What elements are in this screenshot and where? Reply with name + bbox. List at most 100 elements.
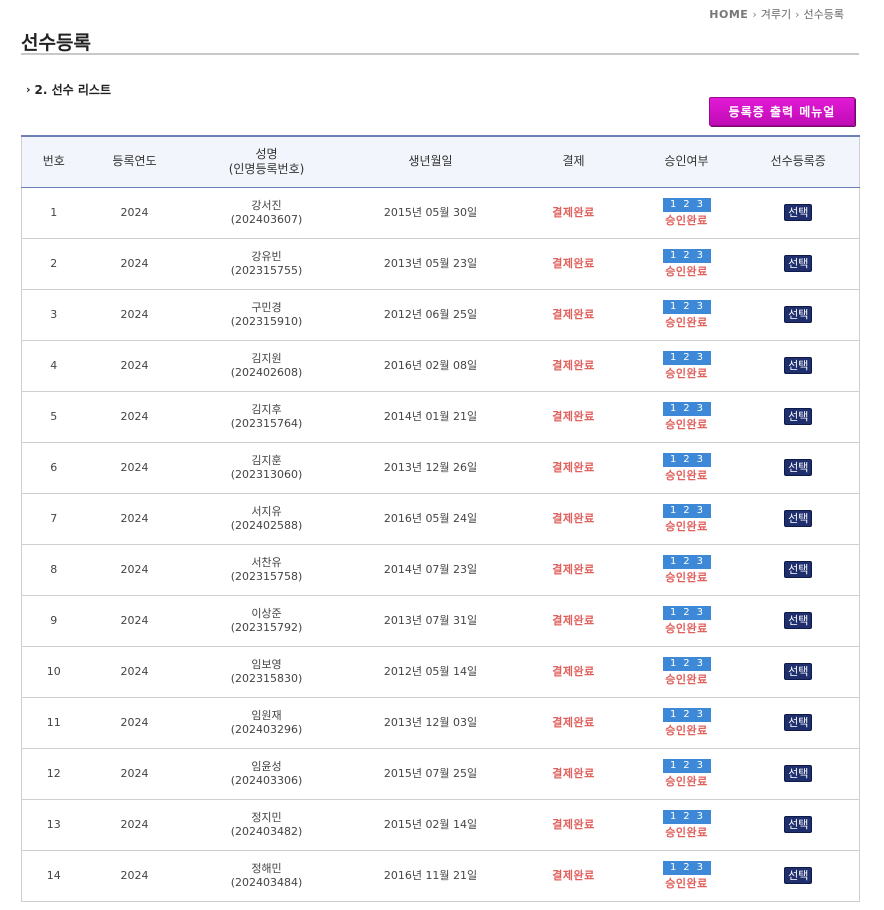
- cell-no: 14: [21, 850, 86, 902]
- cell-no: 10: [21, 646, 86, 698]
- cell-approval: 1 2 3 승인완료: [635, 544, 738, 596]
- breadcrumb-home[interactable]: HOME: [709, 8, 748, 21]
- cell-no: 3: [21, 289, 86, 341]
- select-cert-button[interactable]: 선택: [784, 255, 813, 272]
- player-name: 임보영: [251, 657, 282, 671]
- print-manual-button[interactable]: 등록증 출력 메뉴얼: [709, 97, 855, 126]
- cell-no: 11: [21, 697, 86, 749]
- cell-birth: 2013년 12월 03일: [349, 697, 512, 749]
- table-row: 14 2024 정해민 (202403484) 2016년 11월 21일 결제완료 1 2 3…: [21, 850, 860, 902]
- cell-payment: 결제완료: [511, 595, 636, 647]
- player-reg-number: (202315764): [230, 416, 303, 430]
- cell-name: 서지유 (202402588): [183, 493, 350, 545]
- cell-approval: 1 2 3 승인완료: [635, 187, 738, 239]
- cell-approval: 1 2 3 승인완료: [635, 697, 738, 749]
- table-row: 5 2024 김지후 (202315764) 2014년 01월 21일 결제완료 1 2 3 승…: [21, 391, 860, 443]
- approval-step-3: 3: [696, 351, 703, 363]
- select-cert-button[interactable]: 선택: [784, 612, 813, 629]
- breadcrumb: HOME › 겨루기 › 선수등록: [709, 6, 844, 22]
- cell-birth: 2012년 05월 14일: [349, 646, 512, 698]
- cell-payment: 결제완료: [511, 340, 636, 392]
- approval-steps: 123: [662, 350, 711, 365]
- cell-payment: 결제완료: [511, 187, 636, 239]
- select-cert-button[interactable]: 선택: [784, 306, 813, 323]
- approval-steps: 123: [662, 248, 711, 263]
- title-divider: [21, 53, 859, 55]
- approval-step-2: 2: [683, 606, 690, 618]
- cell-approval: 1 2 3 승인완료: [635, 289, 738, 341]
- col-header-no: 번호: [21, 136, 86, 188]
- cell-name: 임보영 (202315830): [183, 646, 350, 698]
- select-cert-button[interactable]: 선택: [784, 510, 813, 527]
- cell-no: 9: [21, 595, 86, 647]
- payment-status: 결제완료: [552, 664, 595, 678]
- player-reg-number: (202403607): [230, 212, 303, 226]
- player-name: 정지민: [251, 810, 282, 824]
- approval-step-3: 3: [696, 504, 703, 516]
- approval-step-2: 2: [683, 402, 690, 414]
- select-cert-button[interactable]: 선택: [784, 714, 813, 731]
- select-cert-button[interactable]: 선택: [784, 867, 813, 884]
- cell-birth: 2012년 06월 25일: [349, 289, 512, 341]
- player-reg-number: (202315910): [230, 314, 303, 328]
- approval-step-1: 1: [669, 504, 677, 516]
- approval-status: 승인완료: [665, 825, 708, 839]
- cell-birth: 2014년 07월 23일: [349, 544, 512, 596]
- cell-no: 8: [21, 544, 86, 596]
- cell-cert: 선택: [737, 799, 860, 851]
- cell-year: 2024: [85, 238, 184, 290]
- cell-name: 강유빈 (202315755): [183, 238, 350, 290]
- breadcrumb-level1[interactable]: 겨루기: [761, 6, 791, 22]
- cell-payment: 결제완료: [511, 646, 636, 698]
- approval-status: 승인완료: [665, 315, 708, 329]
- approval-step-2: 2: [683, 657, 690, 669]
- cell-name: 강서진 (202403607): [183, 187, 350, 239]
- payment-status: 결제완료: [552, 766, 595, 780]
- player-name: 강서진: [251, 198, 282, 212]
- approval-status: 승인완료: [665, 417, 708, 431]
- cell-birth: 2016년 05월 24일: [349, 493, 512, 545]
- cell-approval: 1 2 3 승인완료: [635, 391, 738, 443]
- player-table: 번호 등록연도 성명 (인명등록번호) 생년월일 결제 승인여부 선수등록증 1…: [21, 135, 860, 902]
- cell-approval: 1 2 3 승인완료: [635, 850, 738, 902]
- cell-birth: 2015년 02월 14일: [349, 799, 512, 851]
- select-cert-button[interactable]: 선택: [784, 357, 813, 374]
- cell-year: 2024: [85, 595, 184, 647]
- player-reg-number: (202315755): [230, 263, 303, 277]
- select-cert-button[interactable]: 선택: [784, 408, 813, 425]
- cell-cert: 선택: [737, 748, 860, 800]
- table-row: 11 2024 임원재 (202403296) 2013년 12월 03일 결제완료 1 2 3…: [21, 697, 860, 749]
- cell-no: 2: [21, 238, 86, 290]
- select-cert-button[interactable]: 선택: [784, 765, 813, 782]
- cell-birth: 2016년 11월 21일: [349, 850, 512, 902]
- player-reg-number: (202315792): [230, 620, 303, 634]
- select-cert-button[interactable]: 선택: [784, 204, 813, 221]
- cell-year: 2024: [85, 187, 184, 239]
- approval-step-1: 1: [669, 453, 677, 465]
- cell-cert: 선택: [737, 238, 860, 290]
- approval-step-3: 3: [696, 606, 703, 618]
- cell-cert: 선택: [737, 187, 860, 239]
- cell-payment: 결제완료: [511, 799, 636, 851]
- player-name: 강유빈: [251, 249, 282, 263]
- select-cert-button[interactable]: 선택: [784, 816, 813, 833]
- approval-step-1: 1: [669, 402, 677, 414]
- table-row: 1 2024 강서진 (202403607) 2015년 05월 30일 결제완료 1 2 3 승…: [21, 187, 860, 239]
- cell-payment: 결제완료: [511, 697, 636, 749]
- approval-steps: 123: [662, 401, 711, 416]
- select-cert-button[interactable]: 선택: [784, 663, 813, 680]
- cell-cert: 선택: [737, 544, 860, 596]
- player-reg-number: (202315758): [230, 569, 303, 583]
- cell-birth: 2015년 05월 30일: [349, 187, 512, 239]
- approval-step-1: 1: [669, 708, 677, 720]
- approval-step-1: 1: [669, 351, 677, 363]
- player-reg-number: (202315830): [230, 671, 303, 685]
- cell-approval: 1 2 3 승인완료: [635, 493, 738, 545]
- cell-name: 정지민 (202403482): [183, 799, 350, 851]
- cell-approval: 1 2 3 승인완료: [635, 646, 738, 698]
- approval-step-2: 2: [683, 249, 690, 261]
- cell-cert: 선택: [737, 850, 860, 902]
- select-cert-button[interactable]: 선택: [784, 459, 813, 476]
- approval-status: 승인완료: [665, 519, 708, 533]
- select-cert-button[interactable]: 선택: [784, 561, 813, 578]
